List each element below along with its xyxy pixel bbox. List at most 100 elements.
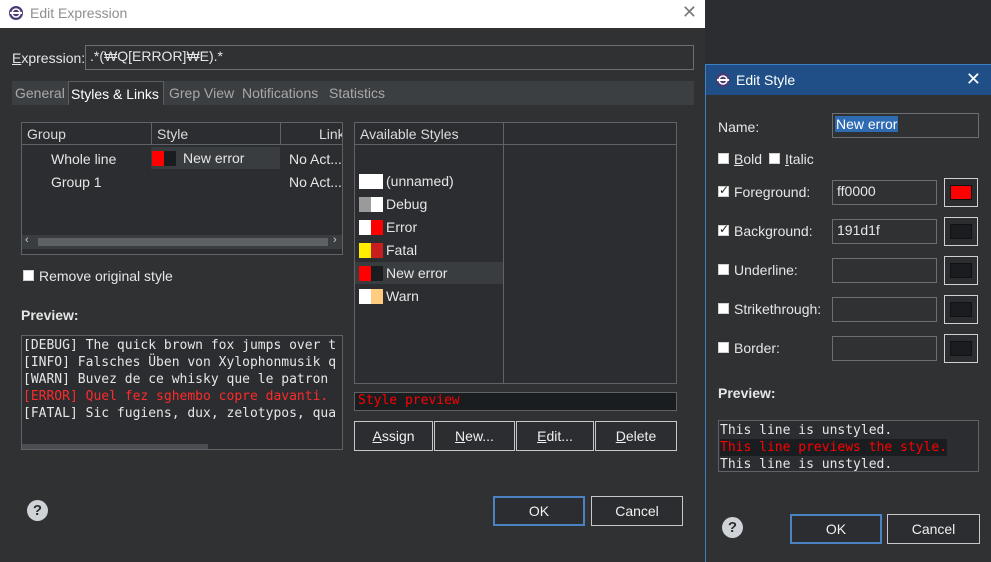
group-cell: Group 1 xyxy=(51,174,102,190)
preview-line: [FATAL] Sic fugiens, dux, zelotypos, qua xyxy=(23,406,337,421)
scroll-left-icon[interactable]: ‹ xyxy=(25,234,29,246)
close-icon[interactable]: ✕ xyxy=(966,69,981,90)
help-icon[interactable]: ? xyxy=(722,517,743,538)
style-swatch-bg xyxy=(371,243,383,258)
cancel-button[interactable]: Cancel xyxy=(887,514,980,544)
bold-checkbox[interactable] xyxy=(718,153,729,164)
attribute-label: Underline: xyxy=(734,262,798,278)
close-icon[interactable]: ✕ xyxy=(682,2,697,23)
attribute-checkbox[interactable] xyxy=(718,222,729,236)
expression-input[interactable]: .*(₩Q[ERROR]₩E).* xyxy=(85,45,694,70)
attribute-checkbox[interactable] xyxy=(718,342,729,353)
cancel-button[interactable]: Cancel xyxy=(591,496,683,526)
remove-original-label: Remove original style xyxy=(39,268,173,284)
color-picker-button[interactable] xyxy=(944,178,978,207)
preview-line: [ERROR] Quel fez sghembo copre davanti. xyxy=(23,389,329,404)
scrollbar-thumb[interactable] xyxy=(38,238,328,246)
attribute-checkbox[interactable] xyxy=(718,264,729,275)
assign-button[interactable]: Assign xyxy=(354,421,433,451)
ok-button[interactable]: OK xyxy=(790,514,882,544)
remove-original-checkbox[interactable] xyxy=(23,270,34,281)
style-preview-label: Preview: xyxy=(718,385,776,401)
app-icon xyxy=(9,6,23,20)
delete-style-button[interactable]: Delete xyxy=(595,421,677,451)
group-cell: Whole line xyxy=(51,151,117,167)
color-picker-button[interactable] xyxy=(944,256,978,285)
preview-text-area[interactable]: [DEBUG] The quick brown fox jumps over t… xyxy=(21,335,343,450)
column-header-group[interactable]: Group xyxy=(22,123,151,145)
preview-line: [DEBUG] The quick brown fox jumps over t xyxy=(23,338,337,353)
color-picker-button[interactable] xyxy=(944,334,978,363)
column-header-link[interactable]: Link xyxy=(281,123,342,145)
help-icon[interactable]: ? xyxy=(27,500,48,521)
style-name: Fatal xyxy=(386,242,418,258)
style-swatch-fg xyxy=(359,243,371,258)
color-value-input[interactable]: 191d1f xyxy=(832,219,937,244)
style-swatch-bg xyxy=(371,289,383,304)
name-input-selection: New error xyxy=(835,116,899,132)
name-input[interactable]: New error xyxy=(832,113,979,138)
new-style-button[interactable]: New... xyxy=(434,421,515,451)
attribute-checkbox[interactable] xyxy=(718,303,729,314)
color-picker-button[interactable] xyxy=(944,295,978,324)
ok-button[interactable]: OK xyxy=(493,496,585,526)
style-name: Debug xyxy=(386,196,428,212)
tab-styles-links[interactable]: Styles & Links xyxy=(68,81,164,105)
style-swatch-fg xyxy=(152,151,164,166)
style-swatch-fg xyxy=(359,266,371,281)
style-name: New error xyxy=(386,265,448,281)
link-cell[interactable]: No Act... xyxy=(289,151,342,167)
available-styles-header: Available Styles xyxy=(355,123,504,145)
color-swatch xyxy=(950,341,972,356)
style-swatch-bg xyxy=(371,266,383,281)
style-swatch-bg xyxy=(164,151,176,166)
scroll-right-icon[interactable]: › xyxy=(333,234,337,246)
edit-expression-dialog: Edit Expression ✕ Expression: .*(₩Q[ERRO… xyxy=(0,0,705,562)
dialog-title: Edit Expression xyxy=(30,5,128,21)
list-item[interactable]: Warn xyxy=(355,285,503,307)
tab-general[interactable]: General xyxy=(13,81,67,105)
groups-table: Group Style Link Whole line New error No… xyxy=(21,122,343,255)
italic-label: Italic xyxy=(785,151,814,167)
color-picker-button[interactable] xyxy=(944,217,978,246)
style-swatch-bg xyxy=(371,174,383,189)
tab-statistics[interactable]: Statistics xyxy=(327,81,387,105)
color-swatch xyxy=(950,302,972,317)
style-name: New error xyxy=(183,150,245,166)
bold-label: Bold xyxy=(734,151,763,167)
link-cell[interactable]: No Act... xyxy=(289,174,342,190)
style-preview-area: This line is unstyled. This line preview… xyxy=(718,420,979,472)
list-item[interactable]: New error xyxy=(355,262,503,284)
preview-line-styled: This line previews the style. xyxy=(720,439,947,456)
style-name: (unnamed) xyxy=(386,173,454,189)
list-item[interactable]: Fatal xyxy=(355,239,503,261)
color-swatch xyxy=(950,224,972,239)
list-item[interactable]: (unnamed) xyxy=(355,170,503,192)
list-item[interactable]: Debug xyxy=(355,193,503,215)
color-value-input[interactable] xyxy=(832,258,937,283)
attribute-label: Strikethrough: xyxy=(734,301,822,317)
preview-line: [WARN] Buvez de ce whisky que le patron xyxy=(23,372,329,387)
horizontal-scrollbar[interactable]: ‹ › xyxy=(22,234,342,249)
style-cell[interactable]: New error xyxy=(151,147,280,169)
column-header-style[interactable]: Style xyxy=(152,123,280,145)
style-swatch-fg xyxy=(359,174,371,189)
app-icon xyxy=(716,73,730,87)
preview-scrollbar[interactable] xyxy=(22,444,208,449)
color-value-input[interactable] xyxy=(832,297,937,322)
list-item[interactable]: Error xyxy=(355,216,503,238)
tab-notifications[interactable]: Notifications xyxy=(240,81,320,105)
color-swatch xyxy=(950,263,972,278)
color-swatch xyxy=(950,185,972,200)
preview-line: This line is unstyled. xyxy=(720,457,893,472)
tab-grep-view[interactable]: Grep View xyxy=(167,81,236,105)
style-name: Error xyxy=(386,219,418,235)
italic-checkbox[interactable] xyxy=(769,153,780,164)
color-value-input[interactable] xyxy=(832,336,937,361)
style-swatch-fg xyxy=(359,289,371,304)
preview-line: [INFO] Falsches Üben von Xylophonmusik q xyxy=(23,355,337,370)
attribute-checkbox[interactable] xyxy=(718,183,729,197)
color-value-input[interactable]: ff0000 xyxy=(832,180,937,205)
expression-label: Expression: xyxy=(12,50,86,66)
edit-style-button[interactable]: Edit... xyxy=(516,421,594,451)
